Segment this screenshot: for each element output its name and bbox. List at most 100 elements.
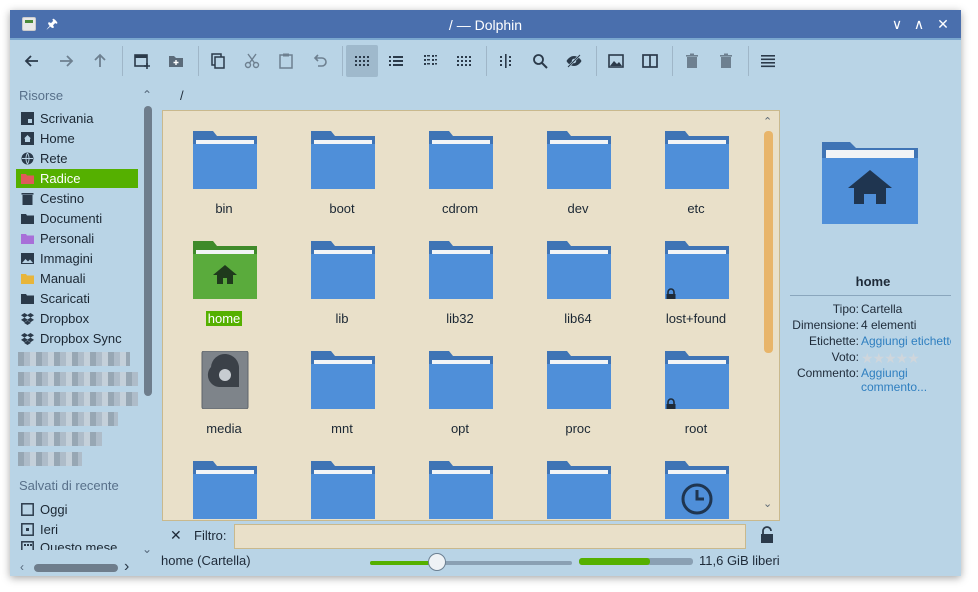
- file-item-label: root: [641, 421, 751, 436]
- hamburger-menu-icon: [761, 55, 775, 68]
- redacted-place: [18, 372, 138, 386]
- icons-view-button[interactable]: [346, 45, 378, 77]
- filter-input[interactable]: [234, 524, 746, 549]
- scissors-icon: [244, 53, 260, 69]
- previews-button[interactable]: [600, 45, 632, 77]
- file-item[interactable]: root: [641, 337, 751, 441]
- toolbar: [10, 42, 961, 80]
- search-button[interactable]: [524, 45, 556, 77]
- sidebar-item-home[interactable]: Home: [16, 129, 138, 148]
- file-item-label: home: [169, 311, 279, 326]
- sidebar-item-label: Personali: [40, 231, 95, 246]
- file-name: opt: [450, 421, 470, 436]
- file-item[interactable]: mnt: [287, 337, 397, 441]
- forward-button[interactable]: [50, 45, 82, 77]
- info-key: Tipo:: [832, 302, 859, 316]
- sidebar-item-scrivania[interactable]: Scrivania: [16, 109, 138, 128]
- file-item[interactable]: [523, 447, 633, 520]
- add-comment-link[interactable]: Aggiungi commento...: [861, 366, 931, 394]
- menu-button[interactable]: [752, 45, 784, 77]
- trash-button[interactable]: [676, 45, 708, 77]
- breadcrumb[interactable]: /: [180, 88, 184, 103]
- scroll-up-arrow-icon[interactable]: ⌃: [142, 88, 152, 102]
- sidebar-item-immagini[interactable]: Immagini: [16, 249, 138, 268]
- sidebar-item-label: Cestino: [40, 191, 85, 206]
- file-item[interactable]: bin: [169, 117, 279, 221]
- file-item[interactable]: [641, 447, 751, 520]
- maximize-button[interactable]: ∧: [910, 15, 928, 33]
- cut-button[interactable]: [236, 45, 268, 77]
- sidebar-item-dropbox-sync[interactable]: Dropbox Sync: [16, 329, 138, 348]
- file-item[interactable]: opt: [405, 337, 515, 441]
- sidebar-item-scaricati[interactable]: Scaricati: [16, 289, 138, 308]
- info-item-name: home: [855, 274, 891, 289]
- sidebar-item-questo-mese[interactable]: Questo mese: [16, 540, 138, 550]
- hidden-files-button[interactable]: [558, 45, 590, 77]
- sidebar-item-documenti[interactable]: Documenti: [16, 209, 138, 228]
- sidebar-item-label: Home: [40, 131, 75, 146]
- file-item[interactable]: lib32: [405, 227, 515, 331]
- delete-button[interactable]: [710, 45, 742, 77]
- sidebar-item-cestino[interactable]: Cestino: [16, 189, 138, 208]
- sidebar-item-label: Oggi: [40, 502, 68, 517]
- info-value: Cartella: [861, 302, 903, 316]
- file-item[interactable]: lost+found: [641, 227, 751, 331]
- columns-button[interactable]: [490, 45, 522, 77]
- zoom-slider-handle[interactable]: [427, 553, 446, 571]
- file-item[interactable]: dev: [523, 117, 633, 221]
- close-button[interactable]: ✕: [934, 15, 952, 33]
- calendar-month-icon: [20, 540, 34, 550]
- file-name: etc: [687, 201, 705, 216]
- details-view-button[interactable]: [380, 45, 412, 77]
- sidebar-item-radice[interactable]: Radice: [16, 169, 138, 188]
- arrow-right-icon: [60, 55, 74, 67]
- sidebar-item-manuali[interactable]: Manuali: [16, 269, 138, 288]
- file-item[interactable]: lib: [287, 227, 397, 331]
- sidebar-item-personali[interactable]: Personali: [16, 229, 138, 248]
- file-item[interactable]: [405, 447, 515, 520]
- folder-icon: [665, 131, 729, 189]
- sidebar-item-oggi[interactable]: Oggi: [16, 500, 138, 519]
- sidebar-item-label: Scrivania: [40, 111, 94, 126]
- rating-stars[interactable]: ★★★★★: [861, 350, 920, 367]
- paste-button[interactable]: [270, 45, 302, 77]
- sidebar-item-rete[interactable]: Rete: [16, 149, 138, 168]
- recent-header: Salvati di recente: [19, 478, 119, 493]
- window-title: / — Dolphin: [448, 17, 523, 33]
- folder-icon: [311, 461, 375, 519]
- file-item[interactable]: proc: [523, 337, 633, 441]
- icons-view-icon: [355, 56, 369, 66]
- up-button[interactable]: [84, 45, 116, 77]
- file-item[interactable]: lib64: [523, 227, 633, 331]
- new-folder-button[interactable]: [160, 45, 192, 77]
- info-divider: [790, 295, 951, 296]
- file-item[interactable]: home: [169, 227, 279, 331]
- scroll-down-arrow-icon[interactable]: ⌄: [763, 497, 772, 510]
- file-item[interactable]: media: [169, 337, 279, 441]
- file-view-scrollbar[interactable]: [764, 131, 773, 353]
- undo-button[interactable]: [304, 45, 336, 77]
- image-icon: [608, 54, 624, 68]
- add-tags-link[interactable]: Aggiungi etichette: [861, 334, 951, 348]
- preview-view-button[interactable]: [448, 45, 480, 77]
- close-filter-icon[interactable]: ✕: [170, 527, 182, 544]
- back-button[interactable]: [16, 45, 48, 77]
- copy-button[interactable]: [202, 45, 234, 77]
- sidebar-item-dropbox[interactable]: Dropbox: [16, 309, 138, 328]
- file-item[interactable]: [287, 447, 397, 520]
- file-item[interactable]: etc: [641, 117, 751, 221]
- minimize-button[interactable]: ∨: [888, 15, 906, 33]
- split-view-button[interactable]: [634, 45, 666, 77]
- file-name: boot: [329, 201, 355, 216]
- unlock-icon[interactable]: [760, 526, 774, 544]
- scroll-up-arrow-icon[interactable]: ⌃: [763, 115, 772, 128]
- new-window-button[interactable]: [126, 45, 158, 77]
- file-item[interactable]: cdrom: [405, 117, 515, 221]
- new-folder-icon: [169, 56, 183, 67]
- sidebar-vertical-scrollbar[interactable]: [144, 106, 152, 396]
- compact-view-button[interactable]: [414, 45, 446, 77]
- file-item[interactable]: [169, 447, 279, 520]
- sidebar-item-ieri[interactable]: Ieri: [16, 520, 138, 539]
- file-item[interactable]: boot: [287, 117, 397, 221]
- folder-icon: [429, 241, 493, 299]
